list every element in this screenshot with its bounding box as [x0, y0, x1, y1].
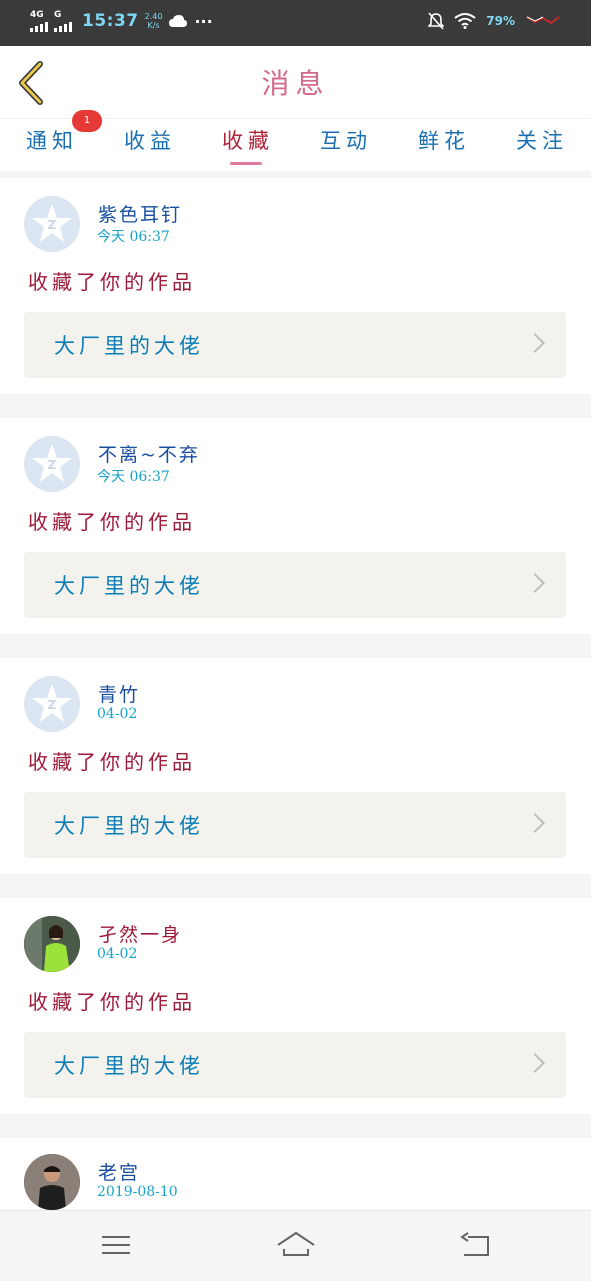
action-text: 收藏了你的作品: [28, 750, 196, 774]
message-list: Z 紫色耳钉 今天 06:37 收藏了你的作品 大厂里的大佬 Z 不离~不弃 今…: [0, 170, 591, 1210]
avatar[interactable]: Z: [24, 436, 80, 492]
battery-level: 79%: [486, 14, 515, 28]
user-name[interactable]: 孑然一身: [98, 920, 182, 947]
work-title: 大厂里的大佬: [54, 1054, 204, 1078]
svg-text:Z: Z: [48, 698, 57, 712]
home-button[interactable]: [276, 1229, 316, 1261]
system-nav-bar: [0, 1210, 591, 1281]
default-avatar-icon: Z: [32, 204, 72, 242]
user-photo-icon: [24, 1154, 80, 1210]
message-card: Z 不离~不弃 今天 06:37 收藏了你的作品 大厂里的大佬: [0, 418, 591, 634]
mute-bell-icon: [428, 12, 445, 30]
svg-text:Z: Z: [48, 458, 57, 472]
default-avatar-icon: Z: [32, 684, 72, 722]
avatar[interactable]: [24, 1154, 80, 1210]
work-title: 大厂里的大佬: [54, 814, 204, 838]
message-time: 今天 06:37: [97, 469, 170, 485]
avatar[interactable]: Z: [24, 676, 80, 732]
chevron-right-icon: [525, 1053, 545, 1073]
default-avatar-icon: Z: [32, 444, 72, 482]
return-icon: [460, 1232, 489, 1256]
action-text: 收藏了你的作品: [28, 270, 196, 294]
work-link[interactable]: 大厂里的大佬: [24, 552, 566, 618]
work-title: 大厂里的大佬: [54, 334, 204, 358]
user-name[interactable]: 紫色耳钉: [98, 200, 182, 227]
work-title: 大厂里的大佬: [54, 574, 204, 598]
tab-interactions[interactable]: 互动: [320, 125, 372, 155]
tab-follows[interactable]: 关注: [516, 125, 568, 155]
message-card: 老宫 2019-08-10: [0, 1138, 591, 1210]
message-time: 今天 06:37: [97, 229, 170, 245]
work-link[interactable]: 大厂里的大佬: [24, 1032, 566, 1098]
top-app-bar: 消息: [0, 46, 591, 118]
user-name[interactable]: 老宫: [98, 1158, 140, 1185]
net-speed-unit: K/s: [147, 21, 160, 30]
network-label-1: 4G: [30, 10, 44, 20]
menu-button[interactable]: [96, 1229, 136, 1261]
home-icon: [277, 1231, 315, 1256]
action-text: 收藏了你的作品: [28, 510, 196, 534]
chevron-right-icon: [525, 573, 545, 593]
tab-flowers[interactable]: 鲜花: [418, 125, 470, 155]
avatar[interactable]: Z: [24, 196, 80, 252]
signal-1: 4G: [30, 10, 48, 32]
net-speed-value: 2.40: [144, 12, 163, 21]
battery-icon: [526, 16, 560, 25]
signal-bars-icon: [54, 20, 72, 32]
page-title: 消息: [261, 67, 330, 100]
more-notifications: ···: [194, 11, 213, 31]
svg-text:Z: Z: [48, 218, 57, 232]
action-text: 收藏了你的作品: [28, 990, 196, 1014]
message-time: 04-02: [97, 946, 138, 962]
menu-icon: [102, 1236, 130, 1254]
user-photo-icon: [24, 916, 80, 972]
user-name[interactable]: 不离~不弃: [98, 440, 200, 467]
message-card: Z 紫色耳钉 今天 06:37 收藏了你的作品 大厂里的大佬: [0, 178, 591, 394]
network-label-2: G: [54, 10, 62, 20]
notification-badge: 1: [72, 110, 102, 132]
signal-2: G: [54, 10, 72, 32]
chevron-right-icon: [525, 813, 545, 833]
active-tab-indicator: [230, 162, 262, 165]
message-time: 2019-08-10: [97, 1184, 178, 1200]
signal-bars-icon: [30, 20, 48, 32]
message-card: Z 青竹 04-02 收藏了你的作品 大厂里的大佬: [0, 658, 591, 874]
work-link[interactable]: 大厂里的大佬: [24, 312, 566, 378]
message-time: 04-02: [97, 706, 138, 722]
tab-notifications[interactable]: 通知: [26, 125, 78, 155]
net-speed: 2.40 K/s: [145, 12, 163, 30]
wifi-icon: [454, 13, 476, 29]
status-bar: 4G G 15:37 2.40 K/s ··· 79%: [0, 0, 591, 46]
tab-earnings[interactable]: 收益: [124, 125, 176, 155]
tab-favorites[interactable]: 收藏: [222, 125, 274, 155]
work-link[interactable]: 大厂里的大佬: [24, 792, 566, 858]
user-name[interactable]: 青竹: [98, 680, 140, 707]
chevron-right-icon: [525, 333, 545, 353]
message-card: 孑然一身 04-02 收藏了你的作品 大厂里的大佬: [0, 898, 591, 1114]
clock: 15:37: [82, 11, 139, 31]
avatar[interactable]: [24, 916, 80, 972]
cloud-icon: [169, 15, 188, 27]
back-nav-button[interactable]: [456, 1229, 496, 1261]
